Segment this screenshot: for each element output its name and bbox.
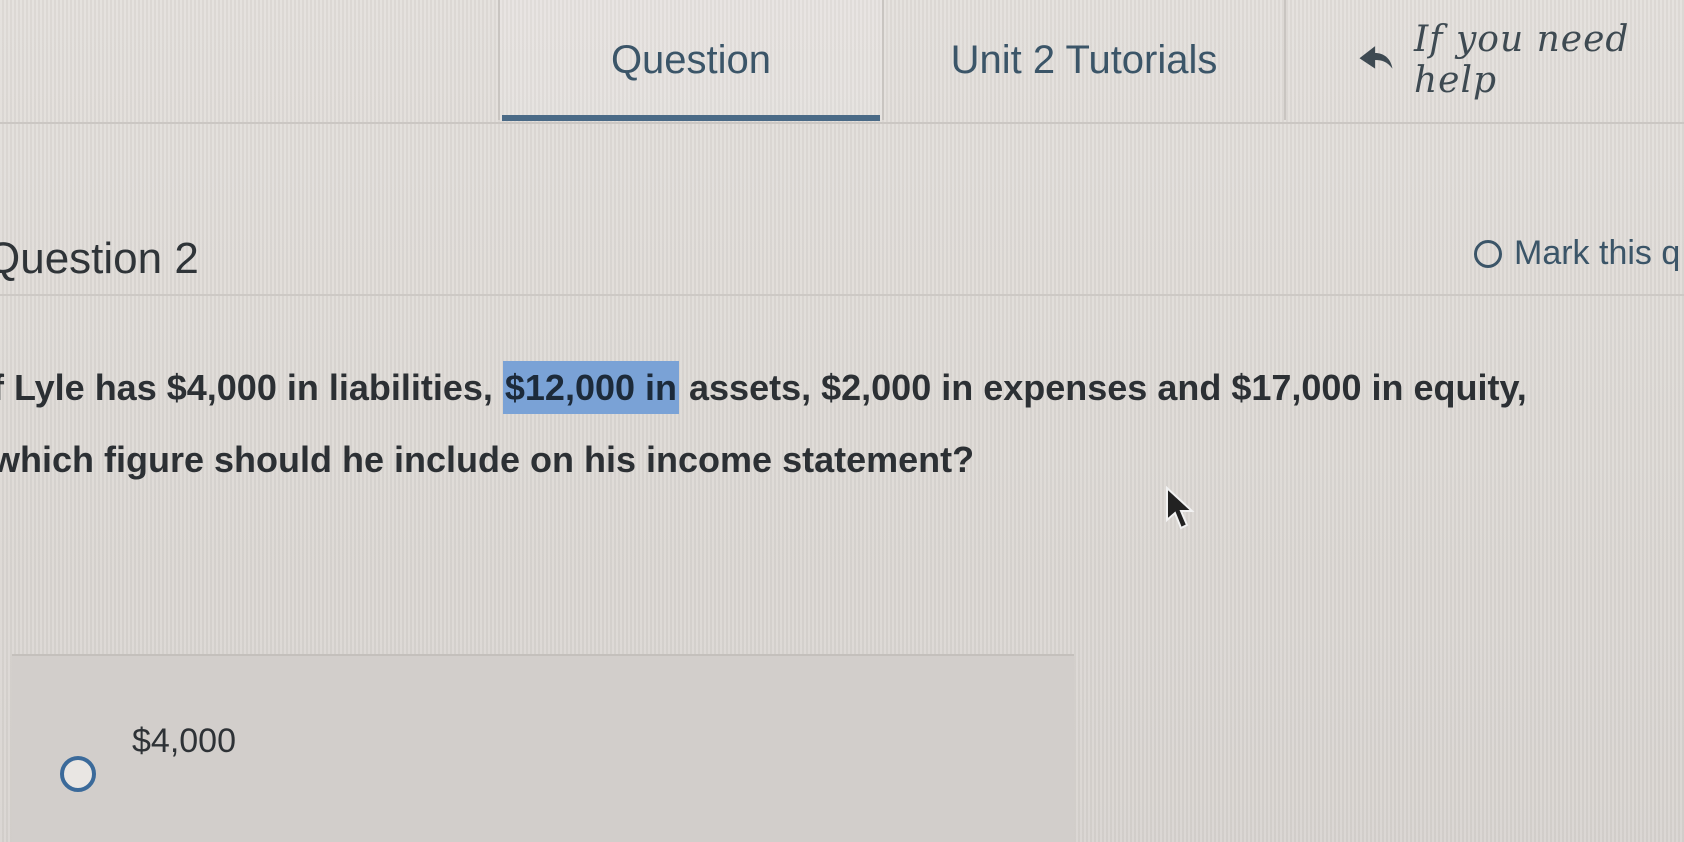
nav-blank (0, 0, 498, 120)
mark-question-toggle[interactable]: Mark this q (1474, 234, 1680, 273)
question-text-line-1: f Lyle has $4,000 in liabilities, $12,00… (0, 352, 1684, 424)
question-text-after: assets, $2,000 in expenses and $17,000 i… (679, 367, 1527, 408)
tab-question-label: Question (610, 37, 772, 82)
question-text-before: f Lyle has $4,000 in liabilities, (0, 367, 503, 408)
help-note: If you need help (1286, 0, 1684, 120)
question-text-line-2: which figure should he include on his in… (0, 439, 975, 480)
tab-unit-2-tutorials[interactable]: Unit 2 Tutorials (884, 0, 1286, 120)
answer-choice-label: $4,000 (132, 722, 236, 760)
radio-circle-icon (1474, 239, 1502, 268)
top-navigation: Question Unit 2 Tutorials If you need he… (0, 0, 1684, 124)
page: Question Unit 2 Tutorials If you need he… (0, 0, 1684, 842)
arrow-left-icon (1359, 46, 1393, 69)
question-title: Question 2 (0, 234, 199, 283)
mark-question-label: Mark this q (1514, 234, 1681, 272)
answer-choice-1[interactable]: $4,000 (12, 654, 1074, 842)
tab-question[interactable]: Question (498, 0, 884, 121)
question-text: f Lyle has $4,000 in liabilities, $12,00… (0, 352, 1684, 496)
tab-tutorials-label: Unit 2 Tutorials (950, 37, 1218, 82)
mouse-cursor-icon (1166, 486, 1195, 530)
help-text: If you need help (1413, 19, 1630, 101)
question-header: Question 2 Mark this q (0, 214, 1684, 296)
answer-radio-button[interactable] (60, 756, 96, 792)
selected-text-highlight: $12,000 in (502, 361, 680, 414)
